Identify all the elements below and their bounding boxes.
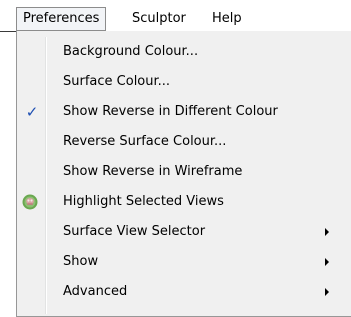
- menu-item-background-colour[interactable]: Background Colour...: [17, 37, 351, 67]
- menu-item-label: Background Colour...: [63, 44, 199, 59]
- menu-item-show-reverse-wireframe[interactable]: Show Reverse in Wireframe: [17, 157, 351, 187]
- submenu-arrow-icon: [325, 228, 329, 236]
- menu-bar: Preferences Sculptor Help: [0, 0, 351, 34]
- menu-preferences[interactable]: Preferences: [16, 7, 107, 31]
- menu-item-label: Show Reverse in Different Colour: [63, 104, 278, 119]
- preferences-dropdown: Background Colour... Surface Colour... ✓…: [16, 31, 351, 317]
- menu-item-show[interactable]: Show: [17, 247, 351, 277]
- menu-item-surface-view-selector[interactable]: Surface View Selector: [17, 217, 351, 247]
- menu-item-label: Surface Colour...: [63, 74, 171, 89]
- menu-item-label: Show: [63, 254, 99, 269]
- menu-item-show-reverse-different-colour[interactable]: ✓ Show Reverse in Different Colour: [17, 97, 351, 127]
- menu-item-highlight-selected-views[interactable]: Highlight Selected Views: [17, 187, 351, 217]
- menu-item-surface-colour[interactable]: Surface Colour...: [17, 67, 351, 97]
- menu-sculptor[interactable]: Sculptor: [126, 8, 192, 30]
- highlight-views-icon: [22, 194, 38, 210]
- submenu-arrow-icon: [325, 288, 329, 296]
- checkmark-icon: ✓: [25, 103, 39, 121]
- menu-item-reverse-surface-colour[interactable]: Reverse Surface Colour...: [17, 127, 351, 157]
- window-edge-line: [0, 31, 17, 32]
- menu-item-label: Highlight Selected Views: [63, 194, 224, 209]
- menu-help[interactable]: Help: [206, 8, 248, 30]
- menu-item-label: Reverse Surface Colour...: [63, 134, 227, 149]
- menu-item-advanced[interactable]: Advanced: [17, 277, 351, 307]
- menu-item-label: Advanced: [63, 284, 128, 299]
- menu-item-label: Surface View Selector: [63, 224, 206, 239]
- menu-item-label: Show Reverse in Wireframe: [63, 164, 243, 179]
- submenu-arrow-icon: [325, 258, 329, 266]
